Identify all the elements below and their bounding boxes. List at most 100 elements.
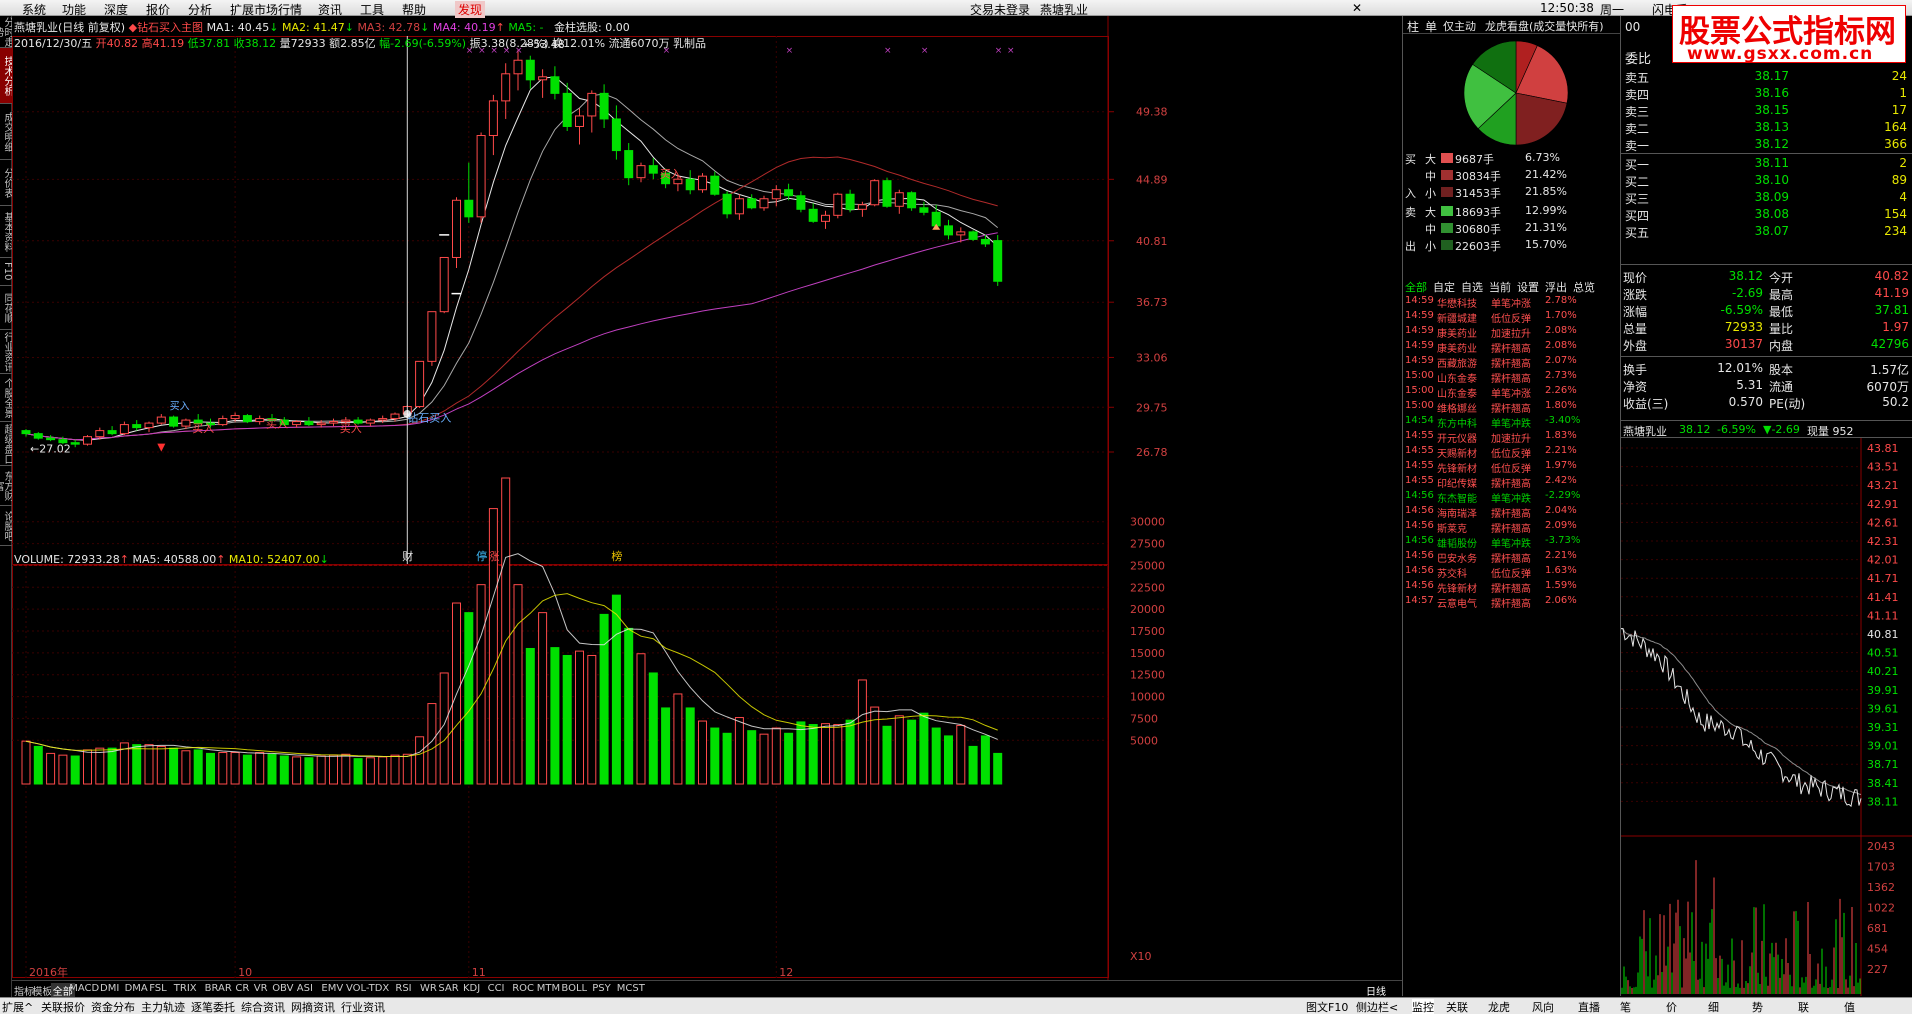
- candle[interactable]: [685, 170, 695, 195]
- status-tab-7[interactable]: 行业资讯: [341, 999, 385, 1014]
- volume-bar[interactable]: [882, 725, 892, 785]
- volume-bar[interactable]: [599, 613, 609, 785]
- candle[interactable]: [132, 420, 142, 431]
- left-tab-8[interactable]: 个股全景: [0, 374, 12, 422]
- volume-bar[interactable]: [292, 756, 302, 785]
- indicator-tab-23[interactable]: PSY: [592, 983, 611, 994]
- right-panel-tab-5[interactable]: 笔: [1620, 999, 1631, 1014]
- candle[interactable]: [488, 94, 498, 156]
- volume-bar[interactable]: [525, 647, 535, 785]
- indicator-tab-22[interactable]: BOLL: [561, 983, 587, 994]
- alert-row[interactable]: 14:55 天赐新材 低位反弹 2.21%: [1403, 445, 1621, 460]
- volume-bar[interactable]: [821, 723, 830, 785]
- indicator-tab-12[interactable]: ASI: [297, 983, 313, 994]
- buy-level[interactable]: 买二 38.10 89: [1621, 172, 1912, 189]
- left-tab-0[interactable]: 分时走势: [0, 16, 12, 48]
- indicator-tab-1[interactable]: 模板: [32, 983, 52, 998]
- volume-bar[interactable]: [267, 753, 277, 785]
- alert-row[interactable]: 15:00 山东金泰 摆杆翘高 2.73%: [1403, 370, 1621, 385]
- candle[interactable]: [107, 426, 117, 436]
- status-tab-0[interactable]: 扩展^: [2, 999, 33, 1014]
- candle[interactable]: [452, 197, 461, 269]
- tab-single-mode[interactable]: 单: [1425, 18, 1437, 35]
- volume-bar[interactable]: [993, 752, 1003, 785]
- volume-bar[interactable]: [784, 732, 794, 785]
- indicator-tab-18[interactable]: KDJ: [463, 983, 480, 994]
- alert-row[interactable]: 14:56 雄韬股份 单笔冲跌 -3.73%: [1403, 535, 1621, 550]
- event-marker[interactable]: 财: [402, 549, 413, 563]
- candle[interactable]: [169, 415, 179, 428]
- indicator-tab-14[interactable]: VOL-TDX: [346, 983, 389, 994]
- candle[interactable]: [33, 432, 43, 440]
- status-tab-6[interactable]: 网摘资讯: [291, 999, 335, 1014]
- right-panel-tab-7[interactable]: 细: [1708, 999, 1719, 1014]
- indicator-tab-11[interactable]: OBV: [272, 983, 293, 994]
- candle[interactable]: [587, 90, 597, 133]
- indicator-tab-17[interactable]: SAR: [438, 983, 458, 994]
- volume-bar[interactable]: [771, 727, 781, 785]
- event-marker[interactable]: 停: [476, 549, 487, 563]
- close-icon[interactable]: ✕: [1352, 1, 1362, 15]
- alert-row[interactable]: 14:56 海南瑞泽 摆杆翘高 2.04%: [1403, 505, 1621, 520]
- indicator-tab-20[interactable]: ROC: [512, 983, 534, 994]
- candle[interactable]: [292, 420, 302, 428]
- volume-bar[interactable]: [329, 754, 338, 785]
- alert-tab-2[interactable]: 自选: [1461, 279, 1483, 295]
- candle[interactable]: [734, 194, 744, 220]
- candle[interactable]: [784, 183, 794, 201]
- volume-bar[interactable]: [83, 749, 92, 785]
- volume-bar[interactable]: [636, 653, 646, 785]
- indicator-tab-21[interactable]: MTM: [537, 983, 560, 994]
- volume-bar[interactable]: [279, 755, 289, 785]
- candle[interactable]: [870, 179, 880, 207]
- volume-bar[interactable]: [169, 747, 179, 785]
- volume-bar[interactable]: [353, 758, 363, 785]
- sell-level[interactable]: 卖四 38.16 1: [1621, 85, 1912, 102]
- indicator-tab-4[interactable]: DMI: [100, 983, 119, 994]
- volume-bar[interactable]: [710, 727, 720, 785]
- candle[interactable]: [648, 158, 658, 180]
- buy-level[interactable]: 买一 38.11 2: [1621, 153, 1912, 172]
- alert-row[interactable]: 14:54 东方中科 单笔冲跌 -3.40%: [1403, 415, 1621, 430]
- volume-bar[interactable]: [673, 693, 683, 785]
- candle[interactable]: [365, 418, 375, 427]
- alert-row[interactable]: 14:56 斯莱克 摆杆翘高 2.09%: [1403, 520, 1621, 535]
- intraday-mini-chart[interactable]: 43.81 43.51 43.21 42.91 42.61 42.31 42.01 41.71…: [1621, 438, 1912, 996]
- alert-row[interactable]: 14:55 印纪传媒 摆杆翘高 2.42%: [1403, 475, 1621, 490]
- volume-bar[interactable]: [624, 627, 634, 785]
- alert-row[interactable]: 14:56 先锋新材 摆杆翘高 1.59%: [1403, 580, 1621, 595]
- candle[interactable]: [845, 189, 855, 213]
- volume-bar[interactable]: [21, 740, 31, 785]
- indicator-tab-10[interactable]: VR: [254, 983, 268, 994]
- left-tab-6[interactable]: 同花顺: [0, 286, 12, 330]
- left-tab-7[interactable]: 行业资讯: [0, 330, 12, 374]
- status-tab-2[interactable]: 资金分布: [91, 999, 135, 1014]
- alert-row[interactable]: 14:59 华懋科技 单笔冲涨 2.78%: [1403, 295, 1621, 310]
- volume-bar[interactable]: [685, 707, 695, 785]
- candle[interactable]: [156, 414, 166, 425]
- status-tab-3[interactable]: 主力轨迹: [141, 999, 185, 1014]
- candle[interactable]: [550, 66, 560, 100]
- left-tab-4[interactable]: 基本资料: [0, 206, 12, 258]
- volume-bar[interactable]: [956, 724, 966, 785]
- volume-bar[interactable]: [193, 749, 203, 785]
- indicator-tab-7[interactable]: TRIX: [174, 983, 197, 994]
- candle[interactable]: [710, 171, 720, 196]
- candle[interactable]: [46, 435, 56, 442]
- candle[interactable]: [83, 435, 92, 446]
- candle[interactable]: [70, 439, 80, 448]
- status-tab-4[interactable]: 逐笔委托: [191, 999, 235, 1014]
- alert-tab-3[interactable]: 当前: [1489, 279, 1511, 295]
- volume-bar[interactable]: [575, 650, 584, 785]
- candle[interactable]: [968, 230, 978, 241]
- indicator-tab-0[interactable]: 指标: [14, 983, 34, 998]
- candle[interactable]: [624, 143, 634, 186]
- candle[interactable]: [808, 203, 818, 223]
- candle[interactable]: [329, 418, 338, 427]
- candle[interactable]: [919, 201, 929, 216]
- volume-bar[interactable]: [107, 747, 117, 785]
- indicator-tab-13[interactable]: EMV: [321, 983, 343, 994]
- volume-bar[interactable]: [808, 724, 818, 785]
- candle[interactable]: [747, 194, 757, 210]
- indicator-tab-15[interactable]: RSI: [395, 983, 411, 994]
